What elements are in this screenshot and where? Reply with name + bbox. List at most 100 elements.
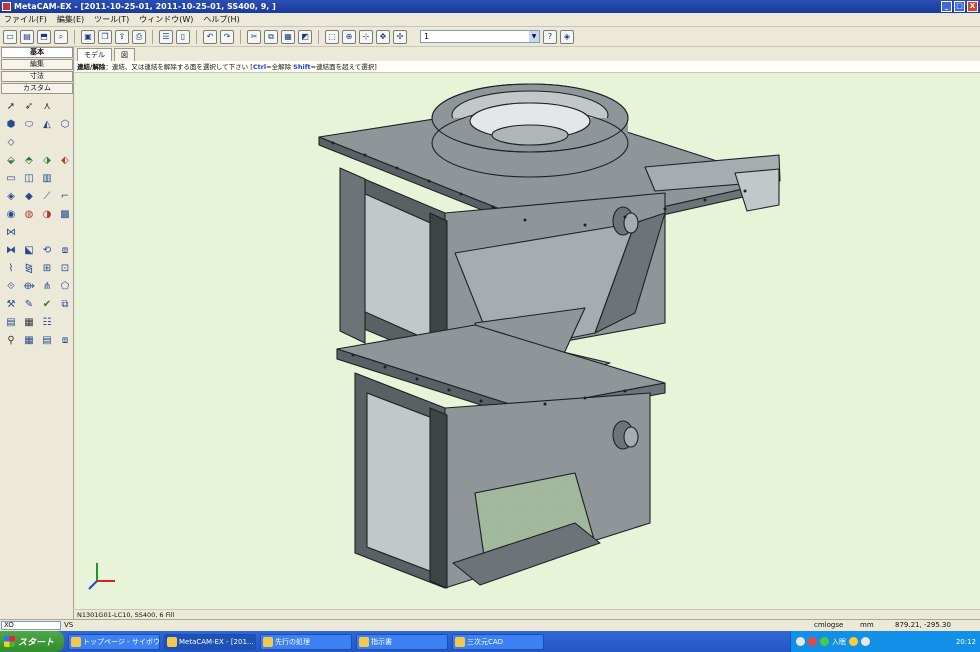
cylinder-icon[interactable]: ⬭: [21, 117, 37, 132]
print-preview-icon[interactable]: ⌕: [54, 29, 68, 44]
fix-icon[interactable]: ⚒: [3, 297, 19, 312]
link-icon[interactable]: ⧉: [57, 297, 73, 312]
start-button[interactable]: スタート: [0, 631, 64, 652]
maximize-button[interactable]: □: [954, 1, 965, 12]
cone-icon[interactable]: ◭: [39, 117, 55, 132]
eraser-icon[interactable]: ◩: [298, 29, 312, 44]
display-icon[interactable]: ▦: [21, 315, 37, 330]
bend-icon[interactable]: ◫: [21, 171, 37, 186]
render-settings-icon[interactable]: ◈: [560, 29, 574, 44]
tray-security-icon[interactable]: [808, 637, 817, 646]
close-button[interactable]: X: [967, 1, 978, 12]
unfold-icon[interactable]: ⬕: [21, 243, 37, 258]
command-input[interactable]: XO: [1, 621, 61, 630]
rotate-face-icon[interactable]: ⟲: [39, 243, 55, 258]
new-file-icon[interactable]: ▭: [3, 29, 17, 44]
taskbar-item-cad[interactable]: 三次元CAD: [452, 633, 544, 650]
taskbar-item-instructions[interactable]: 指示書: [356, 633, 448, 650]
stack-icon[interactable]: ⧈: [57, 333, 73, 348]
box-icon[interactable]: ⬢: [3, 117, 19, 132]
slot-icon[interactable]: ◑: [39, 207, 55, 222]
tray-ime-label[interactable]: 入眠: [832, 637, 846, 647]
chamfer-icon[interactable]: ⬠: [57, 279, 73, 294]
loft-icon[interactable]: ⬗: [39, 153, 55, 168]
lock-solid-icon[interactable]: ⬡: [57, 117, 73, 132]
properties-icon[interactable]: ☰: [159, 29, 173, 44]
note-icon[interactable]: ▤: [39, 333, 55, 348]
model-viewport[interactable]: [75, 73, 980, 609]
move-icon[interactable]: ✥: [376, 29, 390, 44]
measure-icon[interactable]: ⟐: [3, 279, 19, 294]
section-icon[interactable]: ⟴: [21, 279, 37, 294]
category-basic[interactable]: 基本: [1, 47, 73, 58]
tab-model[interactable]: モデル: [77, 48, 112, 61]
split-icon[interactable]: ⋈: [3, 225, 19, 240]
category-custom[interactable]: カスタム: [1, 83, 73, 94]
revolve-icon[interactable]: ⬖: [57, 153, 73, 168]
import-icon[interactable]: ⬒: [37, 29, 51, 44]
category-dimension[interactable]: 寸法: [1, 71, 73, 82]
paste-icon[interactable]: ▦: [281, 29, 295, 44]
check-icon[interactable]: ✔: [39, 297, 55, 312]
redo-icon[interactable]: ↷: [220, 29, 234, 44]
copy-icon[interactable]: ⧉: [264, 29, 278, 44]
edit-icon[interactable]: ✎: [21, 297, 37, 312]
mirror-icon[interactable]: ⧎: [21, 261, 37, 276]
snap-icon[interactable]: ⊹: [359, 29, 373, 44]
tray-volume-icon[interactable]: [849, 637, 858, 646]
plate-icon[interactable]: ⬦: [3, 135, 19, 150]
menu-tools[interactable]: ツール(T): [94, 14, 129, 25]
open-folder-icon[interactable]: ▤: [20, 29, 34, 44]
sheet-icon[interactable]: ▭: [3, 171, 19, 186]
transition-icon[interactable]: ⟋: [39, 189, 55, 204]
copy-file-icon[interactable]: ❐: [98, 29, 112, 44]
query-arrow-icon[interactable]: ➶: [21, 99, 37, 114]
hopper-model-render[interactable]: [75, 73, 980, 609]
figure-icon[interactable]: ⋏: [39, 99, 55, 114]
select-window-icon[interactable]: ⬚: [325, 29, 339, 44]
document-icon[interactable]: ▯: [176, 29, 190, 44]
tray-ime-icon[interactable]: [861, 637, 870, 646]
tray-update-icon[interactable]: [820, 637, 829, 646]
grid-icon[interactable]: ▦: [21, 333, 37, 348]
tab-drawing[interactable]: 図: [114, 48, 135, 61]
zoom-icon[interactable]: ⊕: [342, 29, 356, 44]
print-icon[interactable]: ⎙: [132, 29, 146, 44]
taskbar-item-metacam[interactable]: MetaCAM-EX - [201...: [164, 633, 256, 650]
sweep-icon[interactable]: ⬙: [3, 153, 19, 168]
tray-network-icon[interactable]: [796, 637, 805, 646]
layer-dropdown[interactable]: 1 ▼: [420, 30, 540, 43]
export-icon[interactable]: ⇪: [115, 29, 129, 44]
menu-window[interactable]: ウィンドウ(W): [139, 14, 193, 25]
menu-edit[interactable]: 編集(E): [57, 14, 84, 25]
minimize-button[interactable]: _: [941, 1, 952, 12]
category-edit[interactable]: 編集: [1, 59, 73, 70]
rib-icon[interactable]: ⋔: [39, 279, 55, 294]
hole-icon[interactable]: ◉: [3, 207, 19, 222]
taskbar-item-browser[interactable]: トップページ - サイボウ...: [68, 633, 160, 650]
cut-icon[interactable]: ✂: [247, 29, 261, 44]
pattern-icon[interactable]: ▩: [57, 207, 73, 222]
chevron-down-icon[interactable]: ▼: [529, 31, 539, 42]
undo-icon[interactable]: ↶: [203, 29, 217, 44]
duct-icon[interactable]: ◆: [21, 189, 37, 204]
cutout-icon[interactable]: ◍: [21, 207, 37, 222]
array-icon[interactable]: ⊞: [39, 261, 55, 276]
menu-file[interactable]: ファイル(F): [4, 14, 47, 25]
flange-icon[interactable]: ▥: [39, 171, 55, 186]
extrude-icon[interactable]: ⬘: [21, 153, 37, 168]
offset-icon[interactable]: ⧈: [57, 243, 73, 258]
save-icon[interactable]: ▣: [81, 29, 95, 44]
transform-icon[interactable]: ✣: [393, 29, 407, 44]
hopper-icon[interactable]: ◈: [3, 189, 19, 204]
trim-icon[interactable]: ⌇: [3, 261, 19, 276]
list-icon[interactable]: ☷: [39, 315, 55, 330]
select-arrow-icon[interactable]: ➚: [3, 99, 19, 114]
layer-icon[interactable]: ▤: [3, 315, 19, 330]
weld-icon[interactable]: ⊡: [57, 261, 73, 276]
join-icon[interactable]: ⧓: [3, 243, 19, 258]
help-pointer-icon[interactable]: ?: [543, 29, 557, 44]
taskbar-item-folder[interactable]: 先行の処理: [260, 633, 352, 650]
elbow-icon[interactable]: ⌐: [57, 189, 73, 204]
search-icon[interactable]: ⚲: [3, 333, 19, 348]
